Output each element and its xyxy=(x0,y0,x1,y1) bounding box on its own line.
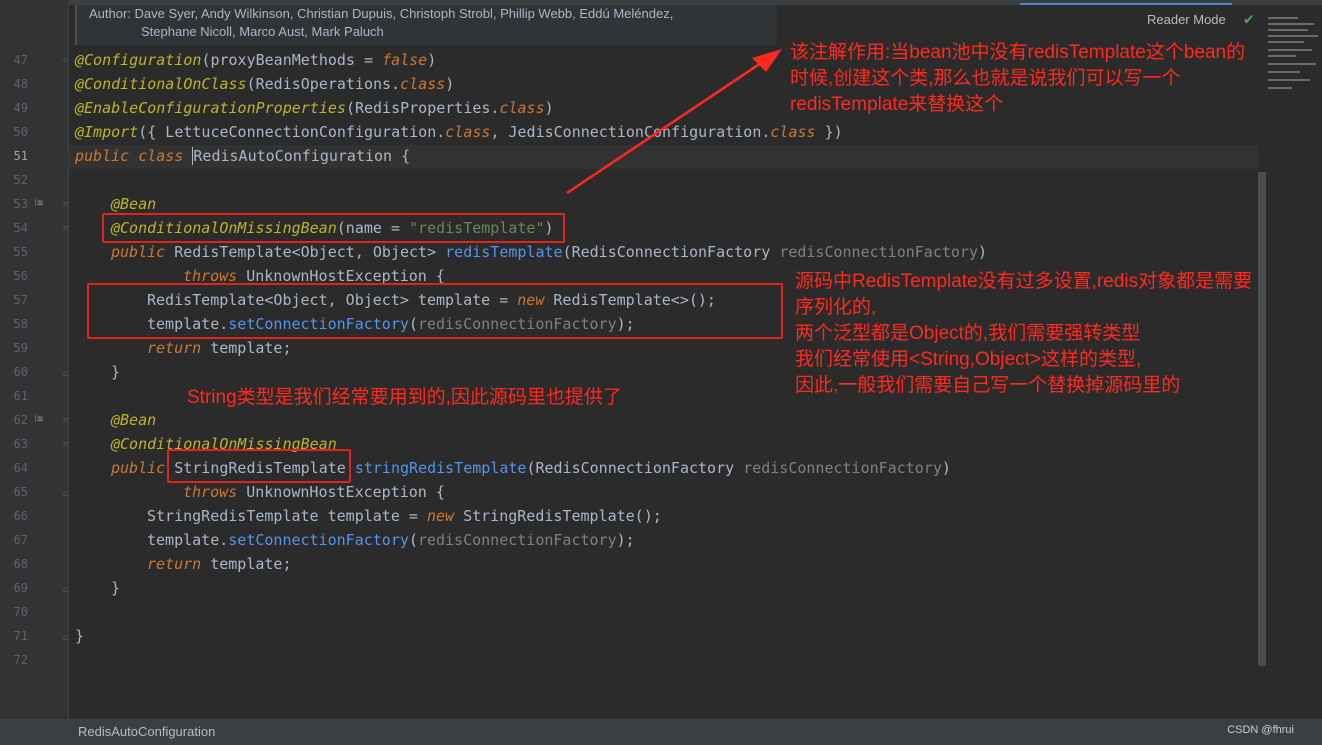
vertical-scrollbar[interactable] xyxy=(1258,172,1266,666)
annotation-note-template: 源码中RedisTemplate没有过多设置,redis对象都是需要 序列化的,… xyxy=(795,271,1253,396)
minimap[interactable] xyxy=(1268,15,1320,95)
breadcrumb[interactable]: RedisAutoConfiguration xyxy=(78,724,215,739)
watermark: CSDN @fhrui xyxy=(1227,724,1294,736)
status-bar: RedisAutoConfiguration CSDN @fhrui xyxy=(0,718,1322,745)
code-editor[interactable]: Author: Dave Syer, Andy Wilkinson, Chris… xyxy=(0,0,1322,718)
annotation-note-string: String类型是我们经常要用到的,因此源码里也提供了 xyxy=(187,387,622,408)
annotation-note-conditional: 该注解作用:当bean池中没有redisTemplate这个bean的 时候,创… xyxy=(790,42,1246,115)
reader-mode-button[interactable]: Reader Mode xyxy=(1147,12,1226,27)
check-icon[interactable]: ✔ xyxy=(1244,9,1254,28)
